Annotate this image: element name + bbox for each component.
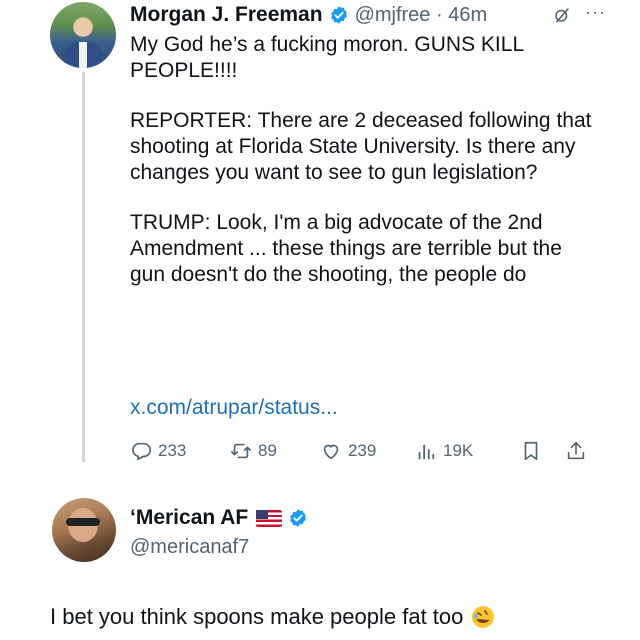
repost-button[interactable]: 89 bbox=[230, 440, 277, 462]
repost-icon bbox=[231, 443, 251, 459]
reply-text: I bet you think spoons make people fat t… bbox=[50, 604, 464, 629]
comment-icon bbox=[132, 442, 151, 461]
avatar-shirt bbox=[79, 42, 87, 68]
avatar-glasses bbox=[66, 518, 100, 526]
tweet-paragraph: My God he’s a fucking moron. GUNS KILL P… bbox=[130, 33, 524, 82]
repost-count: 89 bbox=[258, 441, 277, 460]
bookmark-button[interactable] bbox=[520, 440, 548, 462]
thread-line bbox=[82, 72, 85, 462]
rolling-laughing-emoji-icon bbox=[472, 606, 495, 628]
heart-icon bbox=[323, 444, 339, 460]
views-button[interactable]: 19K bbox=[415, 440, 473, 462]
tweet-header: Morgan J. Freeman @mjfree · 46m bbox=[130, 0, 487, 30]
like-button[interactable]: 239 bbox=[320, 440, 376, 462]
author-avatar[interactable] bbox=[50, 2, 116, 68]
reply-author-name[interactable]: ‘Merican AF bbox=[130, 506, 248, 530]
reply-text-line: I bet you think spoons make people fat t… bbox=[50, 604, 495, 630]
reply-author-header: ‘Merican AF bbox=[130, 506, 308, 530]
like-count: 239 bbox=[348, 441, 377, 460]
tweet-link[interactable]: x.com/atrupar/status... bbox=[130, 396, 338, 420]
tweet-actions: 233 89 239 19K bbox=[130, 440, 600, 464]
reply-count: 233 bbox=[158, 441, 187, 460]
verified-badge-icon bbox=[290, 509, 307, 527]
reply-button[interactable]: 233 bbox=[130, 440, 186, 462]
tweet-paragraph: TRUMP: Look, I'm a big advocate of the 2… bbox=[130, 211, 562, 286]
reply-author-handle[interactable]: @mericanaf7 bbox=[130, 536, 249, 559]
verified-badge-icon bbox=[330, 6, 347, 24]
bookmark-icon bbox=[524, 441, 538, 461]
tweet-text: My God he’s a fucking moron. GUNS KILL P… bbox=[130, 32, 600, 312]
grok-icon[interactable] bbox=[553, 6, 571, 24]
views-icon bbox=[418, 444, 435, 460]
author-name[interactable]: Morgan J. Freeman bbox=[130, 3, 323, 27]
views-count: 19K bbox=[443, 441, 474, 460]
more-options-icon[interactable]: ··· bbox=[585, 2, 606, 23]
author-handle-time[interactable]: @mjfree · 46m bbox=[355, 4, 488, 27]
share-button[interactable] bbox=[565, 440, 593, 462]
us-flag-icon bbox=[256, 509, 283, 527]
reply-author-avatar[interactable] bbox=[52, 498, 116, 562]
share-icon bbox=[567, 441, 585, 460]
tweet-paragraph: REPORTER: There are 2 deceased following… bbox=[130, 109, 592, 184]
